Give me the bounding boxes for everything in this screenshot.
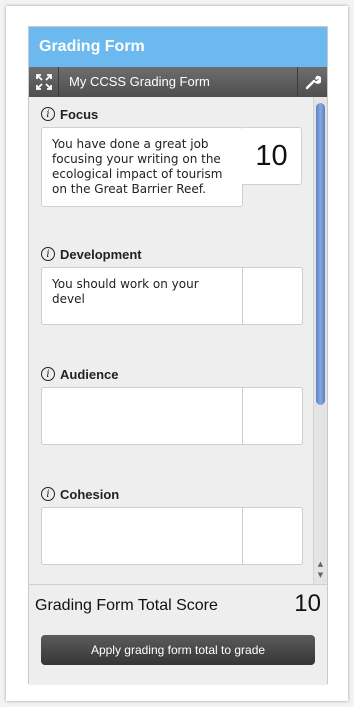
apply-total-button[interactable]: Apply grading form total to grade xyxy=(41,635,315,665)
comment-text[interactable] xyxy=(42,508,243,564)
comment-box[interactable]: You have done a great job focusing your … xyxy=(41,127,243,207)
criterion-focus: i Focus You have done a great job focusi… xyxy=(41,101,303,207)
criterion-title: Development xyxy=(60,246,142,262)
info-icon[interactable]: i xyxy=(41,487,55,501)
comment-box: You should work on your devel xyxy=(41,267,303,325)
grading-form-panel: Grading Form My CCSS Grading Form i Focu… xyxy=(28,26,328,685)
criterion-cohesion: i Cohesion xyxy=(41,481,303,565)
info-icon[interactable]: i xyxy=(41,107,55,121)
criteria-list: i Focus You have done a great job focusi… xyxy=(29,97,315,584)
scroll-up-icon[interactable]: ▲ xyxy=(316,559,325,569)
comment-text: You have done a great job focusing your … xyxy=(52,137,223,196)
panel-header: Grading Form xyxy=(29,27,327,67)
total-score-value: 10 xyxy=(294,590,321,617)
vertical-scrollbar[interactable]: ▲ ▼ xyxy=(313,97,327,584)
form-toolbar: My CCSS Grading Form xyxy=(29,67,327,97)
score-field[interactable] xyxy=(242,508,302,566)
expand-icon[interactable] xyxy=(29,67,59,97)
criterion-audience: i Audience xyxy=(41,361,303,445)
form-footer: Grading Form Total Score 10 Apply gradin… xyxy=(29,584,327,685)
criterion-title: Focus xyxy=(60,106,99,122)
comment-text[interactable] xyxy=(42,388,243,444)
total-score-label: Grading Form Total Score xyxy=(35,597,218,614)
wrench-icon[interactable] xyxy=(297,67,327,97)
comment-box xyxy=(41,507,303,565)
panel-title: Grading Form xyxy=(39,38,145,55)
scroll-down-icon[interactable]: ▼ xyxy=(316,570,325,580)
info-icon[interactable]: i xyxy=(41,247,55,261)
criterion-title: Audience xyxy=(60,366,119,382)
comment-box xyxy=(41,387,303,445)
form-name: My CCSS Grading Form xyxy=(69,74,210,89)
score-field[interactable] xyxy=(242,388,302,446)
criterion-development: i Development You should work on your de… xyxy=(41,241,303,325)
comment-text[interactable]: You should work on your devel xyxy=(42,268,243,324)
criterion-title: Cohesion xyxy=(60,486,120,502)
scroll-thumb[interactable] xyxy=(316,103,325,405)
info-icon[interactable]: i xyxy=(41,367,55,381)
score-field[interactable] xyxy=(242,268,302,326)
score-field[interactable]: 10 xyxy=(242,127,302,185)
